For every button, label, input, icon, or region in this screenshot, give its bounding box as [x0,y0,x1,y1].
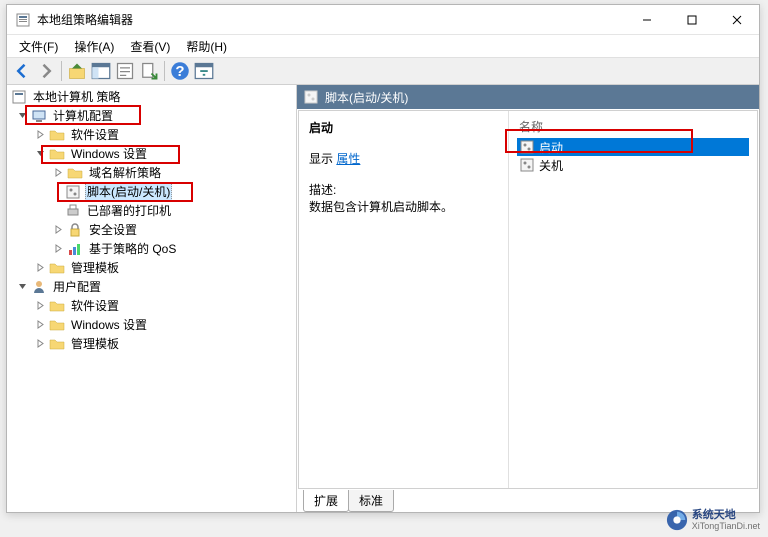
menu-help[interactable]: 帮助(H) [178,36,235,57]
chevron-right-icon[interactable] [33,299,47,313]
folder-icon [49,317,65,333]
tree-computer-config[interactable]: 计算机配置 [9,106,294,125]
chevron-down-icon[interactable] [15,109,29,123]
help-button[interactable]: ? [169,60,191,82]
user-icon [31,279,47,295]
titlebar: 本地组策略编辑器 [7,5,759,35]
tree-windows1[interactable]: Windows 设置 [9,144,294,163]
right-panel: 脚本(启动/关机) 启动 显示 属性 描述: 数据包含计算机启动脚本。 名称 [297,85,759,512]
list-item-startup[interactable]: 启动 [517,138,749,156]
tree-qos[interactable]: 基于策略的 QoS [9,239,294,258]
chevron-right-icon[interactable] [33,261,47,275]
chevron-right-icon[interactable] [51,242,65,256]
watermark: 系统天地 XiTongTianDi.net [666,509,760,531]
folder-icon [67,165,83,181]
app-icon [15,12,31,28]
tree-admin1[interactable]: 管理模板 [9,258,294,277]
detail-left: 启动 显示 属性 描述: 数据包含计算机启动脚本。 [299,111,509,488]
computer-icon [31,108,47,124]
script-icon [303,89,319,105]
toolbar-sep [61,61,62,81]
chevron-right-icon[interactable] [51,166,65,180]
menubar: 文件(F) 操作(A) 查看(V) 帮助(H) [7,35,759,57]
chevron-down-icon[interactable] [15,280,29,294]
tab-extended[interactable]: 扩展 [303,490,349,512]
tree-scripts[interactable]: 脚本(启动/关机) [9,182,294,201]
tree-panel[interactable]: 本地计算机 策略 计算机配置 软件设置 Windows 设置 [7,85,297,512]
window-title: 本地组策略编辑器 [37,11,624,28]
menu-file[interactable]: 文件(F) [11,36,66,57]
tree-software1[interactable]: 软件设置 [9,125,294,144]
tree-software2[interactable]: 软件设置 [9,296,294,315]
show-label: 显示 [309,152,333,166]
watermark-url: XiTongTianDi.net [692,521,760,531]
printer-icon [65,203,81,219]
desc-text: 数据包含计算机启动脚本。 [309,198,498,215]
list-item-label: 启动 [539,139,563,156]
right-body: 启动 显示 属性 描述: 数据包含计算机启动脚本。 名称 启动 [298,110,758,489]
folder-icon [49,146,65,162]
watermark-name: 系统天地 [692,509,760,521]
right-header: 脚本(启动/关机) [297,85,759,109]
chevron-right-icon[interactable] [33,318,47,332]
chevron-right-icon[interactable] [33,128,47,142]
menu-view[interactable]: 查看(V) [122,36,178,57]
script-icon [519,157,535,173]
header-title: 脚本(启动/关机) [325,89,408,106]
properties-link[interactable]: 属性 [336,152,360,166]
svg-text:?: ? [175,63,184,80]
show-hide-tree-button[interactable] [90,60,112,82]
folder-icon [49,127,65,143]
lock-icon [67,222,83,238]
tree-dns[interactable]: 域名解析策略 [9,163,294,182]
chart-icon [67,241,83,257]
detail-title: 启动 [309,119,498,136]
detail-right: 名称 启动 关机 [509,111,757,488]
minimize-button[interactable] [624,5,669,34]
up-button[interactable] [66,60,88,82]
folder-icon [49,298,65,314]
script-icon [519,139,535,155]
list-item-label: 关机 [539,157,563,174]
toolbar: ? [7,57,759,85]
properties-button[interactable] [114,60,136,82]
menu-action[interactable]: 操作(A) [66,36,122,57]
column-header[interactable]: 名称 [517,115,749,138]
export-button[interactable] [138,60,160,82]
filter-button[interactable] [193,60,215,82]
chevron-down-icon[interactable] [33,147,47,161]
logo-icon [666,509,688,531]
forward-button[interactable] [35,60,57,82]
toolbar-sep2 [164,61,165,81]
tree-user-config[interactable]: 用户配置 [9,277,294,296]
script-icon [65,184,81,200]
chevron-right-icon[interactable] [33,337,47,351]
folder-icon [49,260,65,276]
close-button[interactable] [714,5,759,34]
maximize-button[interactable] [669,5,714,34]
list-item-shutdown[interactable]: 关机 [517,156,749,174]
tree-printers[interactable]: 已部署的打印机 [9,201,294,220]
tree-root[interactable]: 本地计算机 策略 [9,87,294,106]
tree-windows2[interactable]: Windows 设置 [9,315,294,334]
policy-icon [11,89,27,105]
folder-icon [49,336,65,352]
desc-label: 描述: [309,181,498,198]
tree-security[interactable]: 安全设置 [9,220,294,239]
chevron-right-icon[interactable] [51,223,65,237]
main-window: 本地组策略编辑器 文件(F) 操作(A) 查看(V) 帮助(H) ? 本地计算机… [6,4,760,513]
tab-standard[interactable]: 标准 [348,490,394,512]
back-button[interactable] [11,60,33,82]
body: 本地计算机 策略 计算机配置 软件设置 Windows 设置 [7,85,759,512]
tree-admin2[interactable]: 管理模板 [9,334,294,353]
